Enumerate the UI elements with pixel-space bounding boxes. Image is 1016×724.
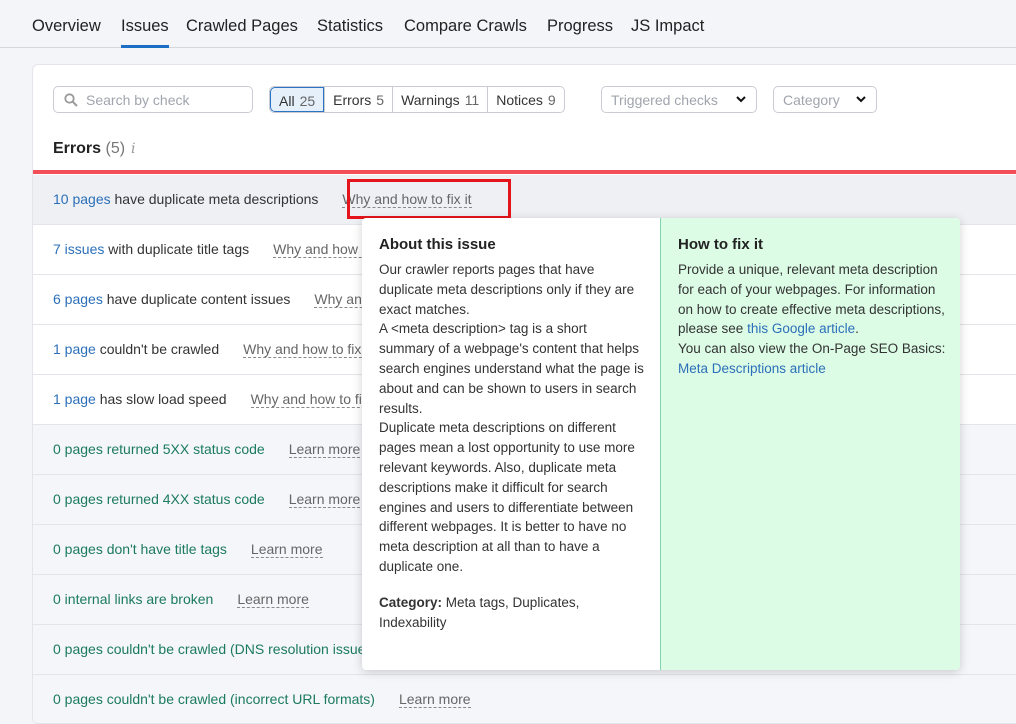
issue-text: with duplicate title tags [104,241,250,257]
learn-more-link[interactable]: Learn more [237,591,309,608]
fix-panel: How to fix it Provide a unique, relevant… [661,218,960,670]
issue-text: have duplicate content issues [102,291,291,307]
issue-text: 0 pages couldn't be crawled (DNS resolut… [53,641,378,657]
info-icon[interactable]: i [131,141,135,157]
filter-count: 11 [464,92,480,108]
triggered-checks-dropdown[interactable]: Triggered checks [601,86,757,113]
severity-filter: All 25 Errors 5 Warnings 11 Notices 9 [269,86,565,113]
issue-text: have duplicate meta descriptions [110,191,319,207]
filter-notices[interactable]: Notices 9 [487,87,563,112]
about-text: Duplicate meta descriptions on different… [379,420,635,574]
about-text: A <meta description> tag is a short summ… [379,321,644,416]
filter-label: Notices [496,92,543,108]
issue-text: 0 pages couldn't be crawled (incorrect U… [53,691,375,707]
fix-text-part: You can also view the On-Page SEO Basics… [678,341,946,357]
highlight-box [347,179,511,219]
learn-more-link[interactable]: Learn more [398,691,471,708]
fix-text-part: . [855,321,859,337]
about-text: Our crawler reports pages that have dupl… [379,262,635,317]
issue-count-link[interactable]: 6 pages [53,291,103,307]
issue-text: has slow load speed [95,391,227,407]
filter-count: 9 [547,92,556,108]
fix-text: You can also view the On-Page SEO Basics… [678,339,946,379]
search-input[interactable]: Search by check [53,86,253,113]
filter-count: 5 [376,92,385,108]
tab-compare-crawls[interactable]: Compare Crawls [404,17,527,48]
section-title: Errors (5) i [53,140,136,158]
search-icon [64,93,78,107]
section-count: (5) [105,140,126,157]
filter-label: Errors [333,92,372,108]
filter-label: Warnings [401,92,460,108]
filter-all[interactable]: All 25 [270,87,325,112]
why-how-to-fix-link[interactable]: Why and how to fix it [243,341,373,358]
report-tabs: Overview Issues Crawled Pages Statistics… [0,0,1016,48]
tab-statistics[interactable]: Statistics [317,17,383,48]
issue-tooltip: About this issue Our crawler reports pag… [362,218,960,670]
category-dropdown[interactable]: Category [773,86,877,113]
issue-text: couldn't be crawled [95,341,220,357]
dropdown-label: Category [783,92,840,108]
issue-count-link[interactable]: 10 pages [53,191,111,207]
tab-crawled-pages[interactable]: Crawled Pages [186,17,298,48]
tab-js-impact[interactable]: JS Impact [631,17,704,48]
tab-issues[interactable]: Issues [121,17,169,48]
learn-more-link[interactable]: Learn more [288,491,361,508]
issue-text: 0 internal links are broken [53,591,214,607]
tab-overview[interactable]: Overview [32,17,101,48]
filter-errors[interactable]: Errors 5 [324,87,392,112]
issue-text: 0 pages returned 4XX status code [53,491,265,507]
issue-text: 0 pages returned 5XX status code [53,441,265,457]
google-article-link[interactable]: this Google article [747,321,855,336]
filter-warnings[interactable]: Warnings 11 [392,87,487,112]
fix-title: How to fix it [678,236,763,253]
issue-text: 0 pages don't have title tags [53,541,227,557]
category-label: Category: [379,594,443,610]
meta-descriptions-article-link[interactable]: Meta Descriptions article [678,361,826,376]
error-divider [33,170,1016,174]
issue-count-link[interactable]: 1 page [53,341,96,357]
about-panel: About this issue Our crawler reports pag… [362,218,661,670]
filter-label: All [279,93,295,109]
category-text: Category: Meta tags, Duplicates, Indexab… [379,593,646,633]
dropdown-label: Triggered checks [611,92,718,108]
filter-count: 25 [299,93,316,109]
tab-progress[interactable]: Progress [547,17,613,48]
fix-text: Provide a unique, relevant meta descript… [678,260,946,339]
search-placeholder: Search by check [86,92,190,108]
chevron-down-icon [856,96,866,103]
chevron-down-icon [736,96,746,103]
issue-count-link[interactable]: 7 issues [53,241,104,257]
issue-count-link[interactable]: 1 page [53,391,96,407]
why-how-to-fix-link[interactable]: Why and how to fix it [250,391,380,408]
issue-row: 0 pages couldn't be crawled (incorrect U… [33,675,1016,723]
about-title: About this issue [379,236,496,253]
section-title-text: Errors [53,140,102,157]
learn-more-link[interactable]: Learn more [288,441,361,458]
learn-more-link[interactable]: Learn more [250,541,323,558]
